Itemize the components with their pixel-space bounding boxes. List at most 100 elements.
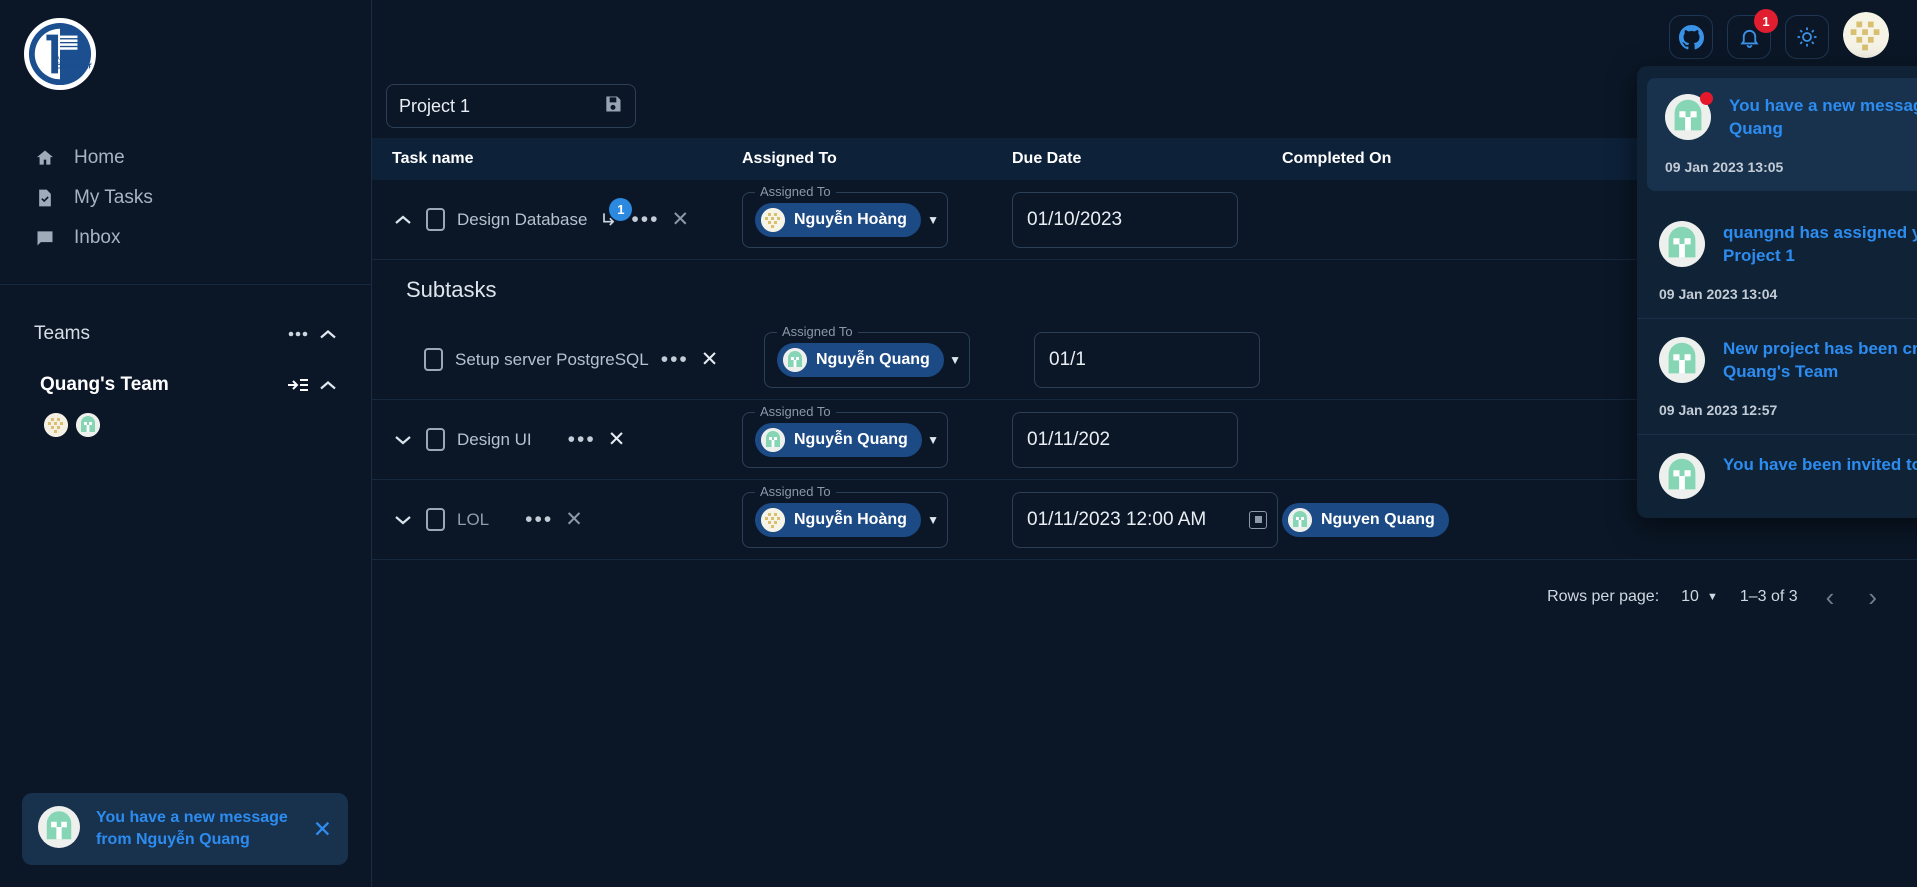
due-date-cell: 01/10/2023 [1012,191,1282,248]
logo-text-2: CÔNG NGHỆ [51,62,93,71]
assignee-name: Nguyễn Hoàng [794,510,907,528]
task-more-options-icon[interactable]: ••• [568,429,596,450]
team-item-quangs-team[interactable]: Quang's Team [0,365,371,405]
notification-message: You have a new message from Nguyễn Quang [1729,96,1917,139]
more-horizontal-icon[interactable] [283,319,313,349]
user-avatar[interactable] [1843,11,1889,63]
assignee-select[interactable]: Assigned To Nguyễn Hoàng ▼ [742,483,948,548]
assignee-chip: Nguyễn Quang [755,422,922,457]
notification-content: New project has been created in team Qua… [1659,337,1917,388]
assigned-to-cell: Assigned To Nguyễn Quang ▼ [742,403,1012,468]
column-header-due-date[interactable]: Due Date [1012,150,1282,168]
task-name-cell: Setup server PostgreSQL ••• ✕ [372,347,742,372]
logo-icon: ĐẠI HỌC CÔNG NGHỆ [28,22,93,86]
rows-per-page-label: Rows per page: [1547,588,1660,605]
due-date-input[interactable]: 01/11/202 [1012,411,1238,468]
notification-message: You have been invited to team Quang's [1723,455,1917,474]
notification-message: New project has been created in team Qua… [1723,339,1917,382]
chevron-up-icon[interactable] [392,214,414,226]
rows-per-page-value: 10 [1681,588,1699,605]
due-date-input[interactable]: 01/1 [1034,331,1260,388]
my-tasks-icon [34,187,56,209]
unread-dot [1700,92,1713,105]
completed-by-name: Nguyen Quang [1321,510,1435,528]
bell-icon[interactable]: 1 [1727,9,1778,59]
task-delete-icon[interactable]: ✕ [671,207,689,232]
chevron-right-icon[interactable]: › [1862,582,1883,613]
assignee-select[interactable]: Assigned To Nguyễn Hoàng ▼ [742,183,948,248]
task-more-options-icon[interactable]: ••• [525,509,553,530]
notification-item[interactable]: You have been invited to team Quang's [1637,435,1917,518]
teams-section-header: Teams [0,311,371,357]
avatar-nguyen-quang[interactable] [76,413,100,437]
university-logo[interactable]: ĐẠI HỌC CÔNG NGHỆ [24,18,96,90]
task-delete-icon[interactable]: ✕ [701,347,719,372]
brightness-icon[interactable] [1785,15,1829,59]
task-delete-icon[interactable]: ✕ [608,427,626,452]
assignee-select[interactable]: Assigned To Nguyễn Quang ▼ [764,323,970,388]
teams-collapse-chevron-up-icon[interactable] [313,319,343,349]
team-collapse-chevron-up-icon[interactable] [313,370,343,400]
github-icon[interactable] [1669,15,1713,59]
logo-text-1: ĐẠI HỌC [54,55,83,62]
due-date-value: 01/1 [1049,348,1086,370]
close-icon[interactable]: ✕ [313,816,332,843]
chevron-down-icon[interactable]: ▼ [927,433,939,447]
assigned-to-cell: Assigned To Nguyễn Hoàng ▼ [742,183,1012,248]
task-more-options-icon[interactable]: ••• [631,209,659,230]
notification-time: 09 Jan 2023 13:05 [1665,159,1784,175]
avatar-nguyen-hoang[interactable] [44,413,68,437]
subtask-count-indicator[interactable]: 1 [599,197,633,230]
due-date-cell: 01/1 [1012,331,1282,388]
chevron-down-icon[interactable]: ▼ [927,213,939,227]
toast-notification[interactable]: You have a new message from Nguyễn Quang… [22,793,348,865]
chevron-down-icon[interactable]: ▼ [927,513,939,527]
task-delete-icon[interactable]: ✕ [565,507,583,532]
notification-content: You have been invited to team Quang's [1659,453,1917,504]
due-date-value: 01/11/202 [1027,428,1111,450]
notification-item[interactable]: New project has been created in team Qua… [1637,319,1917,435]
task-checkbox[interactable] [426,208,445,231]
notification-content: You have a new message from Nguyễn Quang [1665,92,1917,145]
rows-per-page-select[interactable]: 10 ▼ [1681,588,1718,606]
notification-time: 09 Jan 2023 13:04 [1659,286,1778,302]
due-date-cell: 01/11/2023 12:00 AM [1012,491,1282,548]
sidebar-item-label-my-tasks: My Tasks [74,187,153,208]
column-header-assigned-to[interactable]: Assigned To [742,150,1012,168]
save-icon[interactable] [603,94,623,119]
avatar [1659,337,1705,388]
topbar: 1 [372,0,1917,74]
chevron-down-icon[interactable] [392,514,414,526]
inbox-icon [34,227,56,249]
team-member-avatars [0,405,371,437]
add-to-list-icon[interactable] [283,370,313,400]
task-name-cell: LOL ••• ✕ [372,507,742,532]
due-date-input[interactable]: 01/10/2023 [1012,191,1238,248]
sidebar-item-home[interactable]: Home [34,138,371,178]
teams-title: Teams [34,323,90,344]
chevron-left-icon[interactable]: ‹ [1820,582,1841,613]
task-checkbox[interactable] [426,508,445,531]
task-more-options-icon[interactable]: ••• [661,349,689,370]
notifications-dropdown: You have a new message from Nguyễn Quang… [1637,66,1917,518]
column-header-task-name[interactable]: Task name [372,150,742,168]
task-checkbox[interactable] [424,348,443,371]
avatar [38,805,80,853]
chevron-down-icon[interactable]: ▼ [949,353,961,367]
sidebar-item-my-tasks[interactable]: My Tasks [34,178,371,218]
calendar-icon[interactable] [1249,510,1267,529]
due-date-input[interactable]: 01/11/2023 12:00 AM [1012,491,1278,548]
notification-message: quangnd has assigned you a task in proje… [1723,223,1917,266]
chevron-down-icon[interactable] [392,434,414,446]
project-name-input[interactable]: Project 1 [386,84,636,128]
assignee-chip: Nguyễn Hoàng [755,502,921,537]
notification-item[interactable]: quangnd has assigned you a task in proje… [1637,203,1917,319]
task-name-cell: Design Database 1 ••• ✕ [372,197,742,232]
task-checkbox[interactable] [426,428,445,451]
notification-item[interactable]: You have a new message from Nguyễn Quang… [1647,78,1917,191]
assigned-to-cell: Assigned To Nguyễn Hoàng ▼ [742,483,1012,548]
team-name: Quang's Team [40,374,169,395]
assignee-name: Nguyễn Quang [794,430,908,448]
sidebar-item-inbox[interactable]: Inbox [34,218,371,258]
assignee-select[interactable]: Assigned To Nguyễn Quang ▼ [742,403,948,468]
